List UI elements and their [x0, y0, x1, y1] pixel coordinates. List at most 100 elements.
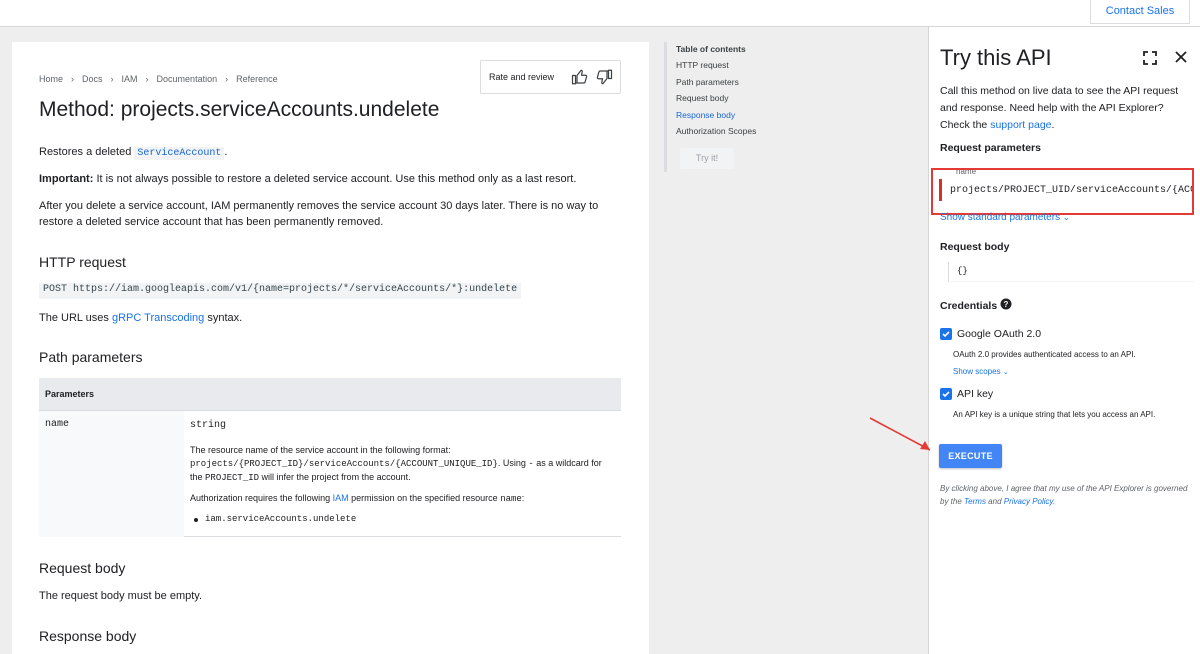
- help-icon[interactable]: ?: [1000, 298, 1012, 310]
- auth-text: Authorization requires the following IAM…: [190, 492, 615, 506]
- list-item: iam.serviceAccounts.undelete: [190, 513, 615, 526]
- chevron-down-icon: ⌄: [1062, 213, 1070, 222]
- api-panel-title: Try this API: [940, 45, 1052, 70]
- name-field[interactable]: [942, 179, 1193, 202]
- intro-paragraph: Restores a deleted ServiceAccount.: [39, 144, 614, 162]
- show-scopes-link[interactable]: Show scopes ⌄: [953, 367, 1009, 376]
- param-type: string: [190, 420, 227, 431]
- breadcrumb-docs[interactable]: Docs: [82, 74, 103, 84]
- table-of-contents: Table of contents HTTP request Path para…: [664, 42, 814, 172]
- chevron-right-icon: ›: [110, 74, 114, 84]
- breadcrumb-iam[interactable]: IAM: [122, 74, 138, 84]
- auth-suffix: permission on the specified resource: [348, 493, 501, 503]
- show-standard-parameters[interactable]: Show standard parameters ⌄: [940, 212, 1070, 223]
- credentials-heading: Credentials: [940, 300, 998, 312]
- chevron-right-icon: ›: [145, 74, 149, 84]
- path-parameters-heading: Path parameters: [39, 349, 143, 365]
- url-suffix: syntax.: [204, 312, 243, 324]
- param-format-text: The resource name of the service account…: [190, 444, 615, 485]
- show-scopes-label: Show scopes: [953, 367, 1001, 376]
- apikey-description: An API key is a unique string that lets …: [953, 410, 1156, 419]
- iam-link[interactable]: IAM: [333, 493, 349, 503]
- http-request-heading: HTTP request: [39, 254, 126, 270]
- api-desc-text: Call this method on live data to see the…: [940, 85, 1179, 131]
- url-syntax-paragraph: The URL uses gRPC Transcoding syntax.: [39, 310, 614, 326]
- permission-name: iam.serviceAccounts.undelete: [205, 514, 357, 524]
- url-prefix: The URL uses: [39, 312, 112, 324]
- table-header: Parameters: [39, 378, 621, 411]
- top-bar: Contact Sales: [0, 0, 1200, 27]
- page-title: Method: projects.serviceAccounts.undelet…: [39, 98, 440, 121]
- name-field-wrapper: [939, 179, 1193, 202]
- breadcrumb-reference[interactable]: Reference: [236, 74, 278, 84]
- http-request-line: POST https://iam.googleapis.com/v1/{name…: [39, 283, 522, 299]
- checkbox-checked-icon[interactable]: [940, 388, 952, 400]
- terms-link[interactable]: Terms: [964, 497, 986, 506]
- apikey-option[interactable]: API key: [940, 388, 993, 400]
- api-desc-suffix: .: [1051, 119, 1055, 131]
- apikey-label: API key: [957, 388, 994, 400]
- support-page-link[interactable]: support page: [990, 119, 1051, 131]
- oauth-option[interactable]: Google OAuth 2.0: [940, 328, 1041, 340]
- grpc-transcoding-link[interactable]: gRPC Transcoding: [112, 312, 204, 324]
- toc-item-authorization-scopes[interactable]: Authorization Scopes: [676, 125, 814, 142]
- param-description: string The resource name of the service …: [184, 411, 621, 537]
- checkbox-checked-icon[interactable]: [940, 328, 952, 340]
- privacy-policy-link[interactable]: Privacy Policy: [1004, 497, 1053, 506]
- name-field-label: name: [956, 167, 977, 176]
- toc-item-http-request[interactable]: HTTP request: [676, 59, 814, 76]
- format-project-id: PROJECT_ID: [205, 473, 260, 483]
- request-body-text: The request body must be empty.: [39, 590, 203, 602]
- expand-icon[interactable]: [1143, 51, 1157, 65]
- bullet-dot: [194, 517, 198, 522]
- breadcrumb-home[interactable]: Home: [39, 74, 63, 84]
- rate-label: Rate and review: [489, 72, 555, 82]
- disclaimer-and: and: [985, 497, 1004, 506]
- try-it-button[interactable]: Try it!: [680, 148, 734, 169]
- rate-and-review: Rate and review: [480, 60, 621, 94]
- thumb-down-icon[interactable]: [595, 68, 613, 86]
- response-body-heading: Response body: [39, 628, 137, 644]
- oauth-description: OAuth 2.0 provides authenticated access …: [953, 350, 1136, 359]
- chevron-down-icon: ⌄: [1002, 369, 1009, 376]
- request-body-heading: Request body: [940, 241, 1010, 253]
- execute-button[interactable]: EXECUTE: [939, 444, 1002, 468]
- article-content: Home › Docs › IAM › Documentation › Refe…: [12, 42, 649, 654]
- request-body-editor[interactable]: {}: [948, 262, 1194, 282]
- format-code: projects/{PROJECT_ID}/serviceAccounts/{A…: [190, 459, 498, 469]
- chevron-right-icon: ›: [71, 74, 75, 84]
- auth-prefix: Authorization requires the following: [190, 493, 333, 503]
- breadcrumb-documentation[interactable]: Documentation: [157, 74, 218, 84]
- toc-item-response-body[interactable]: Response body: [676, 109, 814, 126]
- api-description: Call this method on live data to see the…: [940, 83, 1195, 134]
- auth-end: :: [521, 493, 525, 503]
- param-name: name: [39, 411, 184, 537]
- show-standard-label: Show standard parameters: [940, 212, 1061, 223]
- oauth-label: Google OAuth 2.0: [957, 328, 1042, 340]
- important-text: It is not always possible to restore a d…: [93, 173, 577, 185]
- service-account-link[interactable]: ServiceAccount: [134, 147, 225, 160]
- auth-name: name: [500, 494, 522, 504]
- try-this-api-panel: Try this API Call this method on live da…: [928, 27, 1200, 654]
- toc-title: Table of contents: [676, 44, 746, 54]
- thumb-up-icon[interactable]: [571, 68, 589, 86]
- format-using: . Using: [497, 458, 529, 468]
- intro-text: Restores a deleted: [39, 146, 135, 158]
- contact-sales-button[interactable]: Contact Sales: [1090, 0, 1190, 24]
- close-icon[interactable]: [1173, 49, 1189, 65]
- chevron-right-icon: ›: [225, 74, 229, 84]
- important-label: Important:: [39, 173, 94, 185]
- format-infer: will infer the project from the account.: [259, 472, 411, 482]
- toc-item-request-body[interactable]: Request body: [676, 92, 814, 109]
- after-delete-paragraph: After you delete a service account, IAM …: [39, 200, 599, 228]
- disclaimer-text: By clicking above, I agree that my use o…: [940, 482, 1190, 508]
- table-row: name string The resource name of the ser…: [39, 411, 621, 537]
- request-body-heading: Request body: [39, 560, 126, 576]
- parameters-table: Parameters name string The resource name…: [39, 378, 621, 537]
- svg-text:?: ?: [1004, 300, 1009, 309]
- disclaimer-suffix: .: [1052, 497, 1056, 506]
- important-note: Important: It is not always possible to …: [39, 171, 614, 187]
- intro-suffix: .: [224, 146, 228, 158]
- format-intro: The resource name of the service account…: [190, 445, 451, 455]
- toc-item-path-parameters[interactable]: Path parameters: [676, 76, 814, 93]
